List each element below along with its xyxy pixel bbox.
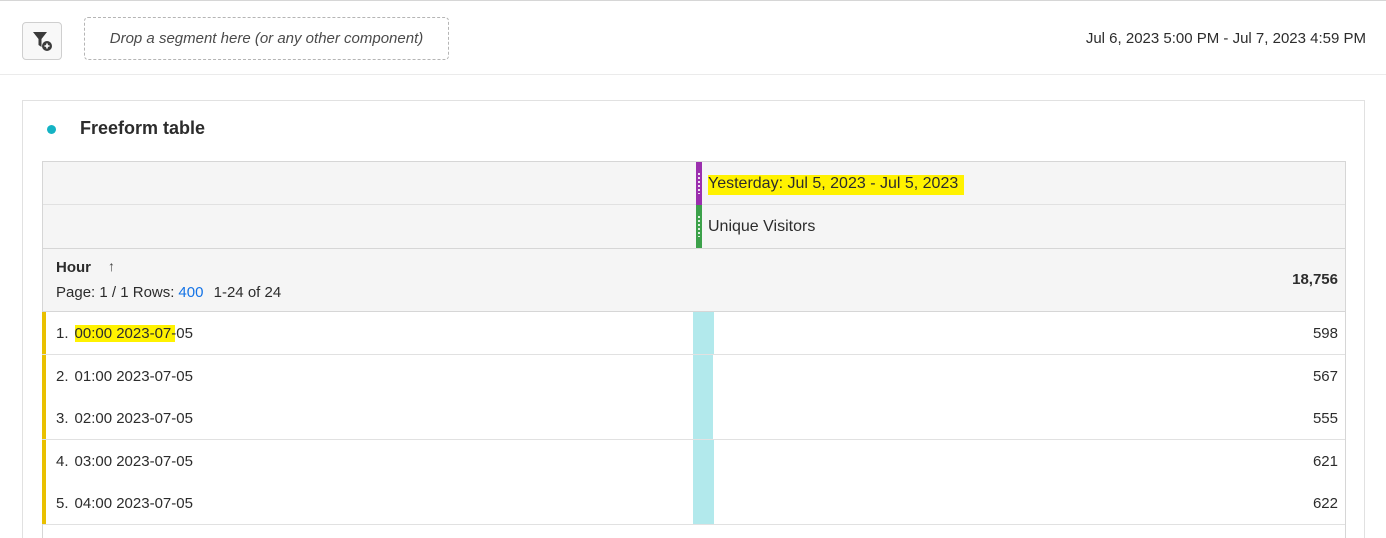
- row-metric-value: 621: [1312, 452, 1338, 470]
- row-number: 4.: [56, 452, 69, 470]
- column-date-label[interactable]: Yesterday: Jul 5, 2023 - Jul 5, 2023: [708, 175, 965, 193]
- table-row[interactable]: 5. 04:00 2023-07-05 622: [42, 482, 1345, 525]
- page-indicator: Page: 1 / 1: [56, 284, 129, 301]
- table-row[interactable]: 2. 01:00 2023-07-05 567: [42, 354, 1345, 398]
- freeform-table: Yesterday: Jul 5, 2023 - Jul 5, 2023 Uni…: [42, 161, 1346, 538]
- row-label[interactable]: 2. 01:00 2023-07-05: [56, 368, 193, 385]
- row-metric-value: 567: [1312, 367, 1338, 385]
- row-number: 1.: [56, 325, 69, 342]
- row-number: 5.: [56, 495, 69, 512]
- table-row[interactable]: 3. 02:00 2023-07-05 555: [42, 397, 1345, 440]
- row-number: 3.: [56, 410, 69, 427]
- row-metric-value: 622: [1312, 495, 1338, 512]
- date-range-selector[interactable]: Jul 6, 2023 5:00 PM - Jul 7, 2023 4:59 P…: [1086, 30, 1366, 47]
- value-bar: [693, 354, 713, 397]
- filter-add-icon: [33, 32, 52, 51]
- arrow-up-icon[interactable]: ↑: [108, 258, 115, 274]
- column-metric-label[interactable]: Unique Visitors: [708, 218, 815, 236]
- table-row[interactable]: 1. 00:00 2023-07-05 598: [42, 312, 1345, 355]
- column-total: 18,756: [1292, 271, 1338, 288]
- row-label[interactable]: 5. 04:00 2023-07-05: [56, 495, 193, 512]
- row-number: 2.: [56, 367, 69, 385]
- rows-range: 1-24 of 24: [213, 284, 282, 301]
- row-label[interactable]: 3. 02:00 2023-07-05: [56, 410, 193, 427]
- table-row[interactable]: 4. 03:00 2023-07-05 621: [42, 439, 1345, 483]
- date-range-drag-handle[interactable]: [696, 162, 702, 205]
- column-header-metric: Unique Visitors: [43, 205, 1345, 249]
- value-bar: [693, 397, 713, 439]
- dimension-header: Hour ↑ Page: 1 / 1 Rows: 400 1-24 of 24 1…: [43, 249, 1345, 312]
- add-segment-filter-button[interactable]: [22, 22, 62, 60]
- value-bar: [693, 312, 714, 354]
- column-header-date: Yesterday: Jul 5, 2023 - Jul 5, 2023: [43, 161, 1345, 205]
- dropzone-text: Drop a segment here (or any other compon…: [109, 30, 424, 47]
- row-metric-value: 598: [1312, 325, 1338, 342]
- row-dimension-value: 03:00 2023-07-05: [74, 452, 193, 470]
- dimension-label[interactable]: Hour: [56, 259, 91, 276]
- row-dimension-value: 00:00 2023-07-05: [74, 325, 193, 342]
- top-toolbar: Drop a segment here (or any other compon…: [0, 0, 1386, 75]
- metric-drag-handle[interactable]: [696, 205, 702, 248]
- value-bar: [693, 439, 714, 482]
- row-label[interactable]: 4. 03:00 2023-07-05: [56, 453, 193, 470]
- value-bar: [693, 482, 714, 524]
- row-dimension-value: 01:00 2023-07-05: [74, 367, 193, 385]
- rows-per-page-link[interactable]: 400: [178, 284, 203, 301]
- rows-label: Rows:: [132, 284, 175, 301]
- row-dimension-value: 02:00 2023-07-05: [74, 410, 193, 427]
- row-label[interactable]: 1. 00:00 2023-07-05: [56, 325, 193, 342]
- panel-status-dot: [47, 125, 56, 134]
- pagination: Page: 1 / 1 Rows: 400 1-24 of 24: [56, 284, 281, 301]
- segment-dropzone[interactable]: Drop a segment here (or any other compon…: [84, 17, 449, 60]
- row-dimension-value: 04:00 2023-07-05: [74, 495, 193, 512]
- row-metric-value: 555: [1312, 410, 1338, 427]
- panel-title[interactable]: Freeform table: [80, 118, 205, 139]
